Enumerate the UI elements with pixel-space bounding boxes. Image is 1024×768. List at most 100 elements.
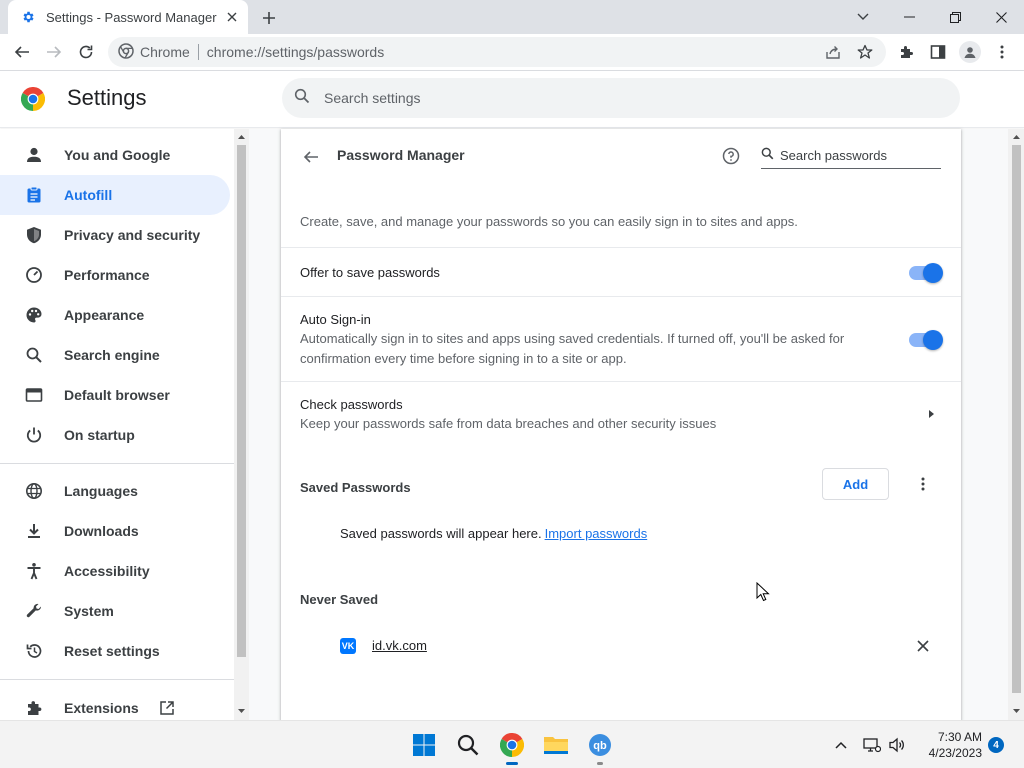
bookmark-star-icon[interactable] [853, 40, 877, 64]
main-scrollbar[interactable] [1008, 129, 1024, 720]
password-manager-card: Password Manager Create, save, and manag… [281, 129, 961, 720]
browser-toolbar: Chrome chrome://settings/passwords [0, 34, 1024, 71]
share-icon[interactable] [821, 40, 845, 64]
extensions-puzzle-icon[interactable] [892, 38, 920, 66]
download-icon [24, 521, 44, 541]
minimize-button[interactable] [886, 0, 932, 34]
shield-icon [24, 225, 44, 245]
file-explorer-icon[interactable] [540, 729, 572, 761]
sidebar-divider [0, 463, 234, 464]
sidebar-item-on-startup[interactable]: On startup [0, 415, 230, 455]
sidebar-item-search-engine[interactable]: Search engine [0, 335, 230, 375]
saved-passwords-heading: Saved Passwords [300, 480, 411, 495]
sidebar-item-default-browser[interactable]: Default browser [0, 375, 230, 415]
chrome-site-icon[interactable] [118, 42, 134, 62]
chevron-right-icon[interactable] [925, 408, 937, 420]
sidebar-item-appearance[interactable]: Appearance [0, 295, 230, 335]
never-saved-site-link[interactable]: id.vk.com [372, 638, 427, 653]
clock-time: 7:30 AM [937, 730, 982, 744]
tab-title: Settings - Password Manager [46, 9, 217, 25]
add-password-button[interactable]: Add [822, 468, 889, 500]
scroll-down-arrow-icon[interactable] [1008, 704, 1024, 718]
person-icon [24, 145, 44, 165]
check-passwords-description: Keep your passwords safe from data breac… [300, 416, 717, 431]
auto-signin-label: Auto Sign-in [300, 312, 371, 327]
wrench-icon [24, 601, 44, 621]
offer-to-save-toggle[interactable] [909, 263, 943, 283]
sidebar-item-autofill[interactable]: Autofill [0, 175, 230, 215]
globe-icon [24, 481, 44, 501]
speedometer-icon [24, 265, 44, 285]
back-arrow-icon[interactable] [297, 143, 325, 171]
password-manager-description: Create, save, and manage your passwords … [300, 214, 798, 229]
running-indicator [597, 762, 603, 765]
sidebar-item-privacy-and-security[interactable]: Privacy and security [0, 215, 230, 255]
password-search-box[interactable] [761, 143, 941, 169]
settings-header: Settings [0, 71, 1024, 128]
page-title: Settings [67, 85, 147, 110]
auto-signin-toggle[interactable] [909, 330, 943, 350]
back-arrow-icon[interactable] [8, 38, 36, 66]
scroll-up-arrow-icon[interactable] [234, 130, 249, 144]
scroll-up-arrow-icon[interactable] [1008, 130, 1024, 144]
password-search-input[interactable] [780, 148, 930, 163]
sidebar-item-extensions[interactable]: Extensions [0, 688, 230, 720]
side-panel-icon[interactable] [924, 38, 952, 66]
sidebar-item-languages[interactable]: Languages [0, 471, 230, 511]
forward-arrow-icon[interactable] [40, 38, 68, 66]
open-in-new-icon [159, 700, 175, 716]
remove-close-icon[interactable] [911, 634, 935, 658]
taskbar-clock[interactable]: 7:30 AM 4/23/2023 [918, 729, 982, 761]
profile-avatar-icon[interactable] [956, 38, 984, 66]
tab-settings-password-manager[interactable]: Settings - Password Manager [8, 0, 248, 34]
accessibility-icon [24, 561, 44, 581]
clipboard-icon [24, 185, 44, 205]
reload-icon[interactable] [72, 38, 100, 66]
check-passwords-label: Check passwords [300, 397, 403, 412]
sidebar-item-performance[interactable]: Performance [0, 255, 230, 295]
import-passwords-link[interactable]: Import passwords [545, 526, 648, 541]
settings-search-box[interactable] [282, 78, 960, 118]
password-manager-header: Password Manager [281, 129, 961, 185]
chrome-menu-kebab-icon[interactable] [988, 38, 1016, 66]
help-icon[interactable] [719, 144, 743, 168]
scroll-down-arrow-icon[interactable] [234, 704, 249, 718]
search-icon [761, 147, 774, 165]
mouse-pointer-icon [756, 581, 770, 602]
qbittorrent-icon[interactable]: qb [584, 729, 616, 765]
close-tab-icon[interactable] [222, 7, 242, 27]
search-icon[interactable] [452, 729, 484, 761]
chrome-icon[interactable] [496, 729, 528, 765]
tab-search-chevron-icon[interactable] [840, 0, 886, 34]
sidebar-scroll-thumb[interactable] [237, 145, 246, 657]
sidebar-divider [0, 679, 234, 680]
search-icon [24, 345, 44, 365]
sidebar-scrollbar[interactable] [234, 129, 249, 720]
offer-to-save-row: Offer to save passwords [281, 247, 961, 297]
sidebar-item-you-and-google[interactable]: You and Google [0, 135, 230, 175]
start-icon[interactable] [408, 729, 440, 761]
restore-button[interactable] [932, 0, 978, 34]
network-icon[interactable] [862, 733, 882, 757]
gear-icon [20, 9, 36, 25]
show-hidden-icons-chevron-icon[interactable] [832, 733, 850, 757]
reset-icon [24, 641, 44, 661]
address-bar[interactable]: Chrome chrome://settings/passwords [108, 37, 886, 67]
tab-strip: Settings - Password Manager [0, 0, 1024, 34]
more-actions-kebab-icon[interactable] [911, 472, 935, 496]
sidebar-item-reset-settings[interactable]: Reset settings [0, 631, 230, 671]
sidebar-item-system[interactable]: System [0, 591, 230, 631]
sidebar-item-accessibility[interactable]: Accessibility [0, 551, 230, 591]
omnibox-site-name: Chrome [140, 44, 190, 60]
notification-badge[interactable]: 4 [988, 737, 1004, 753]
close-window-button[interactable] [978, 0, 1024, 34]
sidebar-item-downloads[interactable]: Downloads [0, 511, 230, 551]
auto-signin-row: Auto Sign-in Automatically sign in to si… [281, 296, 961, 382]
main-scroll-thumb[interactable] [1012, 145, 1021, 693]
new-tab-button[interactable] [258, 7, 280, 29]
check-passwords-row[interactable]: Check passwords Keep your passwords safe… [281, 381, 961, 447]
omnibox-url[interactable]: chrome://settings/passwords [207, 44, 384, 60]
volume-icon[interactable] [886, 733, 908, 757]
settings-search-input[interactable] [324, 90, 924, 106]
windows-taskbar: qb 7:30 AM 4/23/2023 4 [0, 720, 1024, 768]
